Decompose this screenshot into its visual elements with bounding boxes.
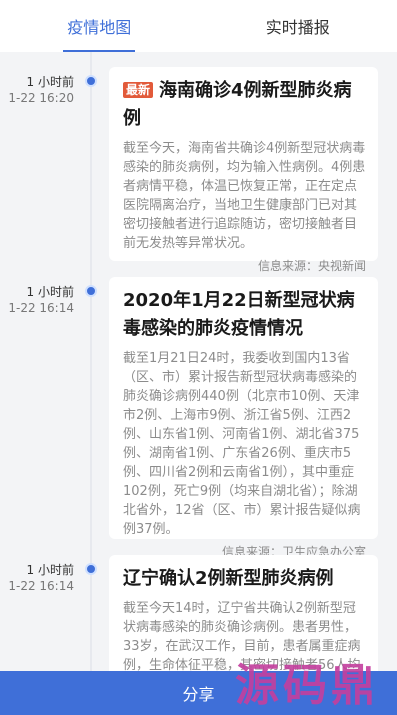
entry-meta: 1 小时前 1-22 16:14 xyxy=(0,562,74,594)
entry-datetime: 1-22 16:14 xyxy=(8,301,74,315)
entry-datetime: 1-22 16:20 xyxy=(8,91,74,105)
news-title: 海南确诊4例新型肺炎病例 xyxy=(123,80,352,129)
news-body: 截至1月21日24时，我委收到国内13省（区、市）累计报告新型冠状病毒感染的肺炎… xyxy=(123,351,361,537)
tab-bar: 疫情地图 实时播报 xyxy=(0,0,397,52)
news-body: 截至今天，海南省共确诊4例新型冠状病毒感染的肺炎病例，均为输入性病例。4例患者病… xyxy=(123,141,366,251)
news-card[interactable]: 最新 海南确诊4例新型肺炎病例 截至今天，海南省共确诊4例新型冠状病毒感染的肺炎病… xyxy=(109,67,378,273)
entry-time-ago: 1 小时前 xyxy=(26,285,74,299)
watermark: 源码鼎 xyxy=(235,660,379,711)
timeline-line xyxy=(90,52,92,715)
news-card[interactable]: 2020年1月22日新型冠状病毒感染的肺炎疫情情况 截至1月21日24时，我委收… xyxy=(109,277,378,559)
tab-live-report[interactable]: 实时播报 xyxy=(199,0,397,52)
timeline-dot xyxy=(85,285,97,297)
timeline-dot xyxy=(85,75,97,87)
timeline-dot xyxy=(85,563,97,575)
tab-epidemic-map[interactable]: 疫情地图 xyxy=(0,0,199,52)
active-tab-indicator xyxy=(63,50,135,52)
entry-time-ago: 1 小时前 xyxy=(26,563,74,577)
news-source: 信息来源：央视新闻 xyxy=(257,259,366,273)
news-title: 2020年1月22日新型冠状病毒感染的肺炎疫情情况 xyxy=(123,290,355,339)
news-title-block: 最新 海南确诊4例新型肺炎病例 xyxy=(123,77,366,133)
entry-meta: 1 小时前 1-22 16:20 xyxy=(0,74,74,106)
share-label: 分享 xyxy=(182,685,215,704)
entry-meta: 1 小时前 1-22 16:14 xyxy=(0,284,74,316)
latest-badge: 最新 xyxy=(123,82,154,98)
entry-datetime: 1-22 16:14 xyxy=(8,579,74,593)
entry-time-ago: 1 小时前 xyxy=(26,75,74,89)
news-title: 辽宁确认2例新型肺炎病例 xyxy=(123,568,334,589)
